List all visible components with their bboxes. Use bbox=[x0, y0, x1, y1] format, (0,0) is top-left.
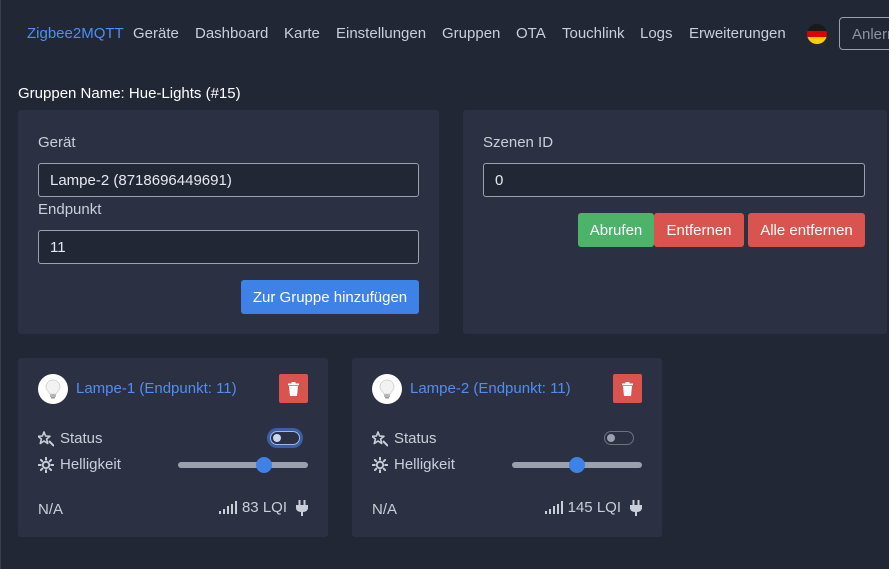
device-select[interactable]: Lampe-2 (8718696449691) bbox=[38, 163, 419, 197]
plug-icon bbox=[630, 499, 642, 516]
last-seen: N/A bbox=[372, 501, 398, 518]
lqi-value: 145 LQI bbox=[567, 499, 621, 516]
status-toggle[interactable] bbox=[270, 431, 300, 445]
nav-link-geraete[interactable]: Geräte bbox=[133, 25, 179, 42]
remove-member-button[interactable] bbox=[279, 374, 308, 403]
remove-all-scenes-button[interactable]: Alle entfernen bbox=[748, 213, 865, 247]
scenes-panel: Szenen ID 0 Abrufen Entfernen Alle entfe… bbox=[463, 110, 887, 334]
status-row: Status bbox=[38, 430, 103, 447]
sun-icon bbox=[372, 456, 388, 473]
brand-link[interactable]: Zigbee2MQTT bbox=[27, 25, 124, 42]
member-card: Lampe-2 (Endpunkt: 11) Status Helligkeit bbox=[352, 358, 662, 537]
page-title: Gruppen Name: Hue-Lights (#15) bbox=[18, 85, 241, 102]
de-flag-icon[interactable] bbox=[807, 24, 827, 44]
navbar: Zigbee2MQTT Geräte Dashboard Karte Einst… bbox=[1, 0, 889, 68]
brightness-row: Helligkeit bbox=[372, 456, 455, 473]
add-device-panel: Gerät Lampe-2 (8718696449691) Endpunkt 1… bbox=[18, 110, 439, 334]
remove-scene-button[interactable]: Entfernen bbox=[654, 213, 744, 247]
endpoint-label: Endpunkt bbox=[38, 201, 102, 218]
endpoint-select[interactable]: 11 bbox=[38, 230, 419, 264]
device-image bbox=[38, 374, 68, 404]
status-label: Status bbox=[60, 430, 103, 447]
trash-icon bbox=[622, 381, 633, 396]
brightness-row: Helligkeit bbox=[38, 456, 121, 473]
brightness-slider[interactable] bbox=[178, 462, 308, 468]
lqi-value: 83 LQI bbox=[241, 499, 287, 516]
status-toggle[interactable] bbox=[604, 431, 634, 445]
nav-link-touchlink[interactable]: Touchlink bbox=[562, 25, 625, 42]
status-row: Status bbox=[372, 430, 437, 447]
nav-link-logs[interactable]: Logs bbox=[640, 25, 673, 42]
scene-id-input[interactable]: 0 bbox=[483, 163, 865, 197]
add-to-group-button[interactable]: Zur Gruppe hinzufügen bbox=[241, 280, 419, 314]
member-device-link[interactable]: Lampe-1 (Endpunkt: 11) bbox=[76, 380, 237, 397]
remove-member-button[interactable] bbox=[613, 374, 642, 403]
device-image bbox=[372, 374, 402, 404]
bulb-icon bbox=[45, 379, 61, 399]
magic-star-icon bbox=[372, 430, 388, 447]
trash-icon bbox=[288, 381, 299, 396]
brightness-slider-handle[interactable] bbox=[255, 457, 272, 473]
nav-link-karte[interactable]: Karte bbox=[284, 25, 320, 42]
bulb-icon bbox=[379, 379, 395, 399]
nav-link-ota[interactable]: OTA bbox=[516, 25, 546, 42]
toggle-knob bbox=[607, 434, 615, 442]
status-label: Status bbox=[394, 430, 437, 447]
signal-icon bbox=[544, 501, 563, 514]
device-footer-info: 83 LQI bbox=[218, 499, 308, 516]
nav-link-dashboard[interactable]: Dashboard bbox=[195, 25, 268, 42]
brightness-label: Helligkeit bbox=[394, 456, 455, 473]
brightness-slider-handle[interactable] bbox=[569, 457, 585, 473]
nav-link-erweiterungen[interactable]: Erweiterungen bbox=[689, 25, 786, 42]
permit-join-button[interactable]: Anlern bbox=[839, 17, 889, 50]
scene-id-label: Szenen ID bbox=[483, 134, 554, 151]
recall-scene-button[interactable]: Abrufen bbox=[578, 213, 654, 247]
plug-icon bbox=[296, 499, 308, 516]
sun-icon bbox=[38, 456, 54, 473]
last-seen: N/A bbox=[38, 501, 64, 518]
nav-link-einstellungen[interactable]: Einstellungen bbox=[336, 25, 426, 42]
device-footer-info: 145 LQI bbox=[544, 499, 642, 516]
nav-link-gruppen[interactable]: Gruppen bbox=[442, 25, 500, 42]
brightness-label: Helligkeit bbox=[60, 456, 121, 473]
member-device-link[interactable]: Lampe-2 (Endpunkt: 11) bbox=[410, 380, 571, 397]
signal-icon bbox=[218, 501, 237, 514]
toggle-knob bbox=[273, 434, 281, 442]
member-card: Lampe-1 (Endpunkt: 11) Status Helligkeit bbox=[18, 358, 328, 537]
device-label: Gerät bbox=[38, 134, 76, 151]
magic-star-icon bbox=[38, 430, 54, 447]
